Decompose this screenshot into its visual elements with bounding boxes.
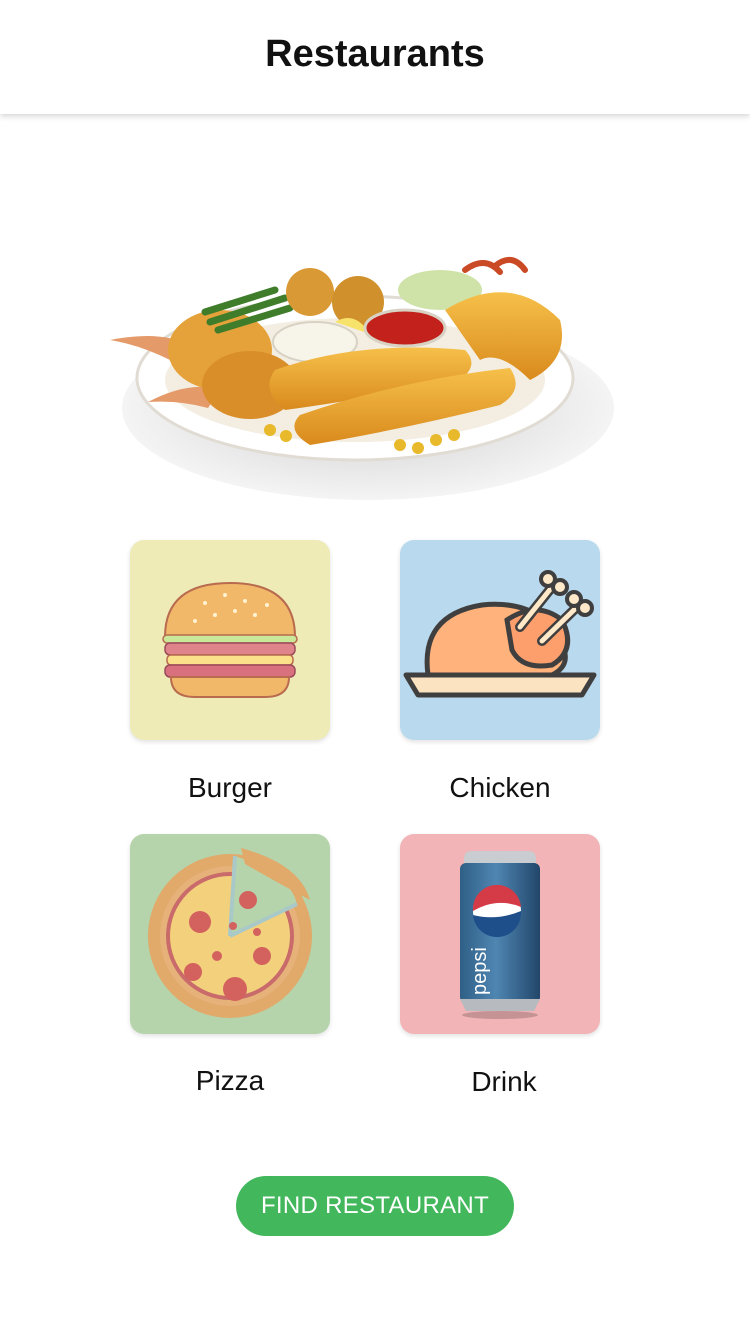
app-bar: Restaurants (0, 0, 750, 114)
category-burger-label: Burger (187, 772, 273, 803)
category-chicken-label: Chicken (449, 772, 551, 803)
can-logo-text: pepsi (469, 947, 491, 995)
category-drink-label: Drink (471, 1066, 537, 1097)
find-restaurant-button[interactable]: FIND RESTAURANT (236, 1176, 514, 1236)
roast-chicken-icon (403, 570, 597, 698)
soda-can-icon: pepsi (460, 851, 540, 1019)
page-title: Restaurants (265, 32, 485, 75)
category-pizza[interactable] (130, 834, 330, 1034)
seafood-platter-icon (110, 257, 614, 500)
pizza-icon (148, 848, 312, 1018)
burger-icon (162, 581, 298, 698)
category-chicken[interactable] (400, 540, 600, 740)
category-pizza-label: Pizza (195, 1065, 265, 1096)
category-drink[interactable]: pepsi (400, 834, 600, 1034)
hero-food-image (100, 250, 620, 510)
category-burger[interactable] (130, 540, 330, 740)
